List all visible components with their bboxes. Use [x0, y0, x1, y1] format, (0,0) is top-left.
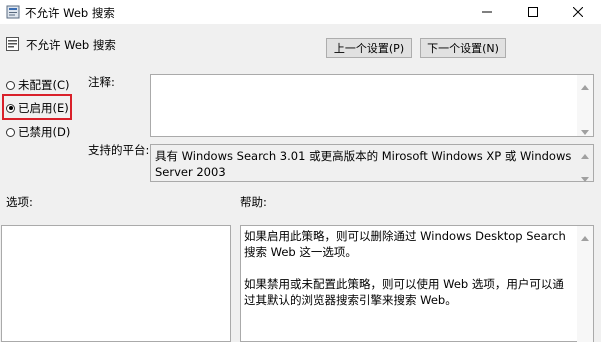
radio-label-not-configured: 未配置(C) [18, 78, 70, 92]
radio-indicator[interactable] [6, 80, 15, 90]
help-paragraph: 如果禁用或未配置此策略，则可以使用 Web 选项，用户可以通过其默认的浏览器搜索… [244, 277, 564, 307]
comment-scrollbar[interactable] [577, 75, 593, 136]
help-pane: 如果启用此策略，则可以删除通过 Windows Desktop Search 搜… [240, 225, 594, 342]
next-setting-button[interactable]: 下一个设置(N) [420, 38, 506, 58]
options-pane [1, 225, 231, 342]
policy-icon [6, 37, 19, 51]
supported-on-text: 具有 Windows Search 3.01 或更高版本的 Mirosoft W… [150, 144, 594, 182]
maximize-button[interactable] [510, 0, 556, 24]
scroll-up-icon[interactable] [581, 231, 589, 244]
maximize-icon [528, 7, 538, 17]
window-title: 不允许 Web 搜索 [25, 6, 115, 20]
scroll-down-icon[interactable] [581, 172, 589, 185]
radio-disabled[interactable]: 已禁用(D) [6, 124, 70, 140]
policy-settings-icon [6, 5, 20, 19]
help-scrollbar[interactable] [577, 226, 593, 342]
radio-label-disabled: 已禁用(D) [18, 125, 71, 139]
comment-label: 注释: [88, 75, 115, 89]
minimize-button[interactable] [464, 0, 510, 24]
options-label: 选项: [6, 195, 33, 209]
radio-indicator[interactable] [6, 127, 15, 137]
scroll-up-icon[interactable] [581, 149, 589, 162]
previous-setting-button[interactable]: 上一个设置(P) [326, 38, 412, 58]
supported-scrollbar[interactable] [577, 145, 593, 182]
help-paragraph: 如果启用此策略，则可以删除通过 Windows Desktop Search 搜… [244, 229, 566, 259]
radio-not-configured[interactable]: 未配置(C) [6, 77, 70, 93]
scroll-down-icon[interactable] [581, 125, 589, 138]
enabled-highlight-box [2, 94, 72, 120]
supported-on-label: 支持的平台: [88, 143, 150, 157]
close-icon [573, 7, 583, 17]
minimize-icon [482, 7, 492, 17]
comment-textarea[interactable] [150, 74, 594, 137]
title-bar: 不允许 Web 搜索 [0, 0, 601, 24]
help-label: 帮助: [240, 195, 267, 209]
close-button[interactable] [555, 0, 601, 24]
policy-name: 不允许 Web 搜索 [26, 38, 116, 52]
scroll-up-icon[interactable] [581, 80, 589, 93]
